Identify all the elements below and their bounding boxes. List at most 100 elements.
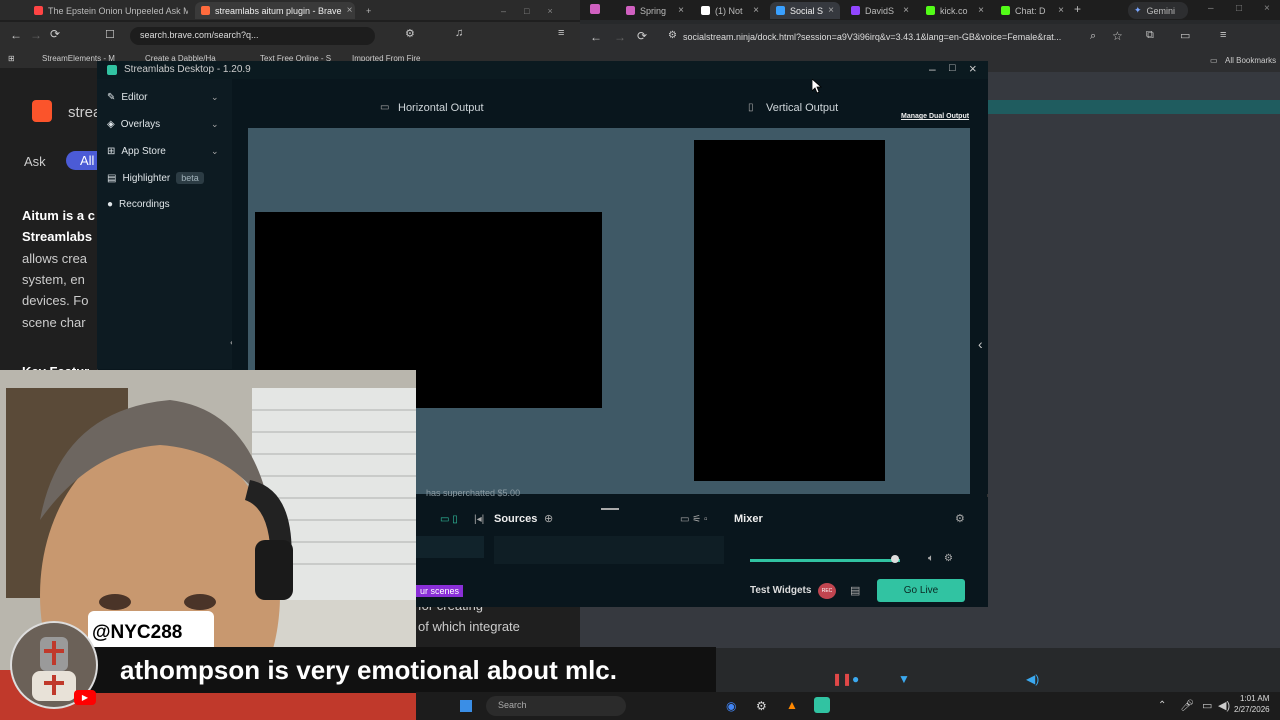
right-address-bar[interactable]: socialstream.ninja/dock.html?session=a9V… <box>665 29 1115 47</box>
test-widgets-button[interactable]: Test Widgets <box>750 585 811 596</box>
ask-tab[interactable]: Ask <box>24 154 46 169</box>
minimize-icon[interactable]: – <box>1208 3 1214 14</box>
clock-date[interactable]: 2/27/2026 <box>1234 705 1270 714</box>
new-tab-button[interactable]: + <box>1074 2 1081 16</box>
reload-icon[interactable]: ⟳ <box>50 27 60 41</box>
gemini-button[interactable]: ✦ Gemini <box>1128 2 1188 19</box>
forward-icon[interactable]: → <box>614 30 626 44</box>
new-tab-button[interactable]: + <box>360 2 380 19</box>
vlc-icon[interactable]: ▲ <box>786 698 798 712</box>
tray-pause-icon[interactable]: ❚❚ <box>832 672 852 686</box>
close-icon[interactable]: × <box>347 5 353 16</box>
nav-overlays[interactable]: ◈ Overlays ⌄ <box>107 119 219 130</box>
mixer-heading: Mixer <box>734 513 763 525</box>
mixer-toggle-icon[interactable]: ▭ ⚟ ▫ <box>680 514 708 525</box>
volume-slider-handle[interactable] <box>891 555 899 563</box>
right-tab-6[interactable]: Chat: D × <box>995 2 1070 19</box>
phone-icon: ▯ <box>748 102 754 113</box>
reload-icon[interactable]: ⟳ <box>637 29 647 43</box>
right-tab-4[interactable]: DavidS × <box>845 2 915 19</box>
maximize-icon[interactable]: □ <box>524 6 529 16</box>
maximize-icon[interactable]: □ <box>1236 3 1242 14</box>
back-icon[interactable]: ← <box>10 28 22 42</box>
clock-time[interactable]: 1:01 AM <box>1240 694 1269 703</box>
studio-mode-icon[interactable]: |◂| <box>474 514 484 525</box>
extensions-icon[interactable]: ⚙ <box>405 27 415 40</box>
left-tab-1[interactable]: The Epstein Onion Unpeeled Ask Me × <box>28 2 188 19</box>
all-bookmarks[interactable]: All Bookmarks <box>1225 56 1276 65</box>
app-icon[interactable]: ⚙ <box>756 699 767 713</box>
menu-icon[interactable]: ≡ <box>1220 29 1226 41</box>
chevron-down-icon: ⌄ <box>211 146 219 156</box>
window-controls[interactable]: – □ × <box>495 2 575 19</box>
close-icon[interactable]: × <box>678 5 684 16</box>
bookmark-icon[interactable]: ☐ <box>105 28 115 41</box>
tray-filter-icon[interactable]: ▼ <box>898 672 910 686</box>
scene-list[interactable] <box>416 536 484 558</box>
left-address-bar[interactable]: search.brave.com/search?q... <box>130 27 375 45</box>
close-window-icon[interactable]: × <box>1264 3 1270 14</box>
minimize-icon[interactable]: – <box>501 6 506 16</box>
volume-meter <box>750 559 900 562</box>
close-icon[interactable]: × <box>828 5 834 16</box>
microphone-icon[interactable]: 🎤︎ <box>1180 699 1194 712</box>
sources-list[interactable] <box>494 536 724 564</box>
monitor-icon: ▭ <box>380 102 390 113</box>
go-live-button[interactable]: Go Live <box>877 579 965 602</box>
network-icon[interactable]: ▭ <box>1202 699 1212 712</box>
chat-message: athompson is very emotional about mlc. <box>120 655 617 685</box>
start-icon[interactable] <box>460 700 472 712</box>
close-icon[interactable]: × <box>753 5 759 16</box>
extensions-icon[interactable]: ⧉ <box>1146 29 1154 42</box>
nav-editor[interactable]: ✎ Editor ⌄ <box>107 92 219 103</box>
menu-icon[interactable]: ≡ <box>558 27 564 39</box>
chrome-icon[interactable]: ◉ <box>726 699 736 713</box>
speaker-icon[interactable]: 🔈︎ <box>928 553 934 564</box>
back-icon[interactable]: ← <box>590 30 602 44</box>
nav-app-store[interactable]: ⊞ App Store ⌄ <box>107 146 219 157</box>
gear-icon[interactable]: ⚙ <box>944 553 953 564</box>
dual-output-toggle-icon[interactable]: ▭ ▯ <box>440 514 458 525</box>
gemini-icon: ✦ <box>1134 5 1142 15</box>
speaker-icon[interactable]: ◀) <box>1218 699 1230 712</box>
scenes-badge[interactable]: ur scenes <box>416 585 464 597</box>
close-window-icon[interactable]: × <box>547 6 552 16</box>
close-icon[interactable]: × <box>978 5 984 16</box>
left-tab-bar: The Epstein Onion Unpeeled Ask Me × stre… <box>0 0 580 20</box>
tray-volume-icon[interactable]: ◀) <box>1026 672 1039 686</box>
mixer-settings-icon[interactable]: ⚙ <box>955 512 965 525</box>
tray-arrow-icon[interactable]: ⌃ <box>1158 700 1166 711</box>
taskbar-search[interactable]: Search <box>486 696 626 716</box>
vertical-preview[interactable] <box>694 140 885 481</box>
minimize-icon[interactable]: – <box>929 62 936 76</box>
schedule-icon[interactable]: ▤ <box>850 584 860 597</box>
close-icon[interactable]: × <box>903 5 909 16</box>
sidebar-icon[interactable]: ▭ <box>1180 29 1190 42</box>
nav-recordings[interactable]: ● Recordings <box>107 199 170 210</box>
youtube-icon <box>34 6 43 15</box>
apps-icon[interactable]: ⊞ <box>8 54 15 63</box>
close-icon[interactable]: × <box>1058 5 1064 16</box>
manage-dual-output-link[interactable]: Manage Dual Output <box>901 113 969 120</box>
right-tab-3[interactable]: Social S × <box>770 2 840 19</box>
workspace-icon[interactable] <box>590 4 600 14</box>
right-tab-5[interactable]: kick.co × <box>920 2 990 19</box>
maximize-icon[interactable]: □ <box>949 62 956 74</box>
music-icon[interactable]: ♫ <box>455 27 463 39</box>
nav-highlighter[interactable]: ▤ Highlighter beta <box>107 172 204 184</box>
right-tab-2[interactable]: (1) Not × <box>695 2 765 19</box>
expand-panel-icon[interactable]: ‹ <box>978 336 983 352</box>
streamlabs-taskbar-icon[interactable] <box>814 697 830 713</box>
right-tab-1[interactable]: Spring × <box>620 2 690 19</box>
streamlabs-titlebar[interactable]: Streamlabs Desktop - 1.20.9 – □ × <box>97 61 988 79</box>
forward-icon[interactable]: → <box>30 28 42 42</box>
close-window-icon[interactable]: × <box>969 61 977 76</box>
add-source-icon[interactable]: ⊕ <box>544 512 553 525</box>
record-button[interactable]: REC <box>818 583 836 599</box>
resize-handle[interactable] <box>601 508 619 510</box>
tray-chat-icon[interactable]: ● <box>852 672 859 686</box>
store-icon: ⊞ <box>107 146 116 157</box>
streamlabs-sidebar: ✎ Editor ⌄ ◈ Overlays ⌄ ⊞ App Store ⌄ ▤ High… <box>97 79 234 369</box>
answer-line: Aitum is a c <box>22 208 95 223</box>
left-tab-2[interactable]: streamlabs aitum plugin - Brave × <box>195 2 355 19</box>
